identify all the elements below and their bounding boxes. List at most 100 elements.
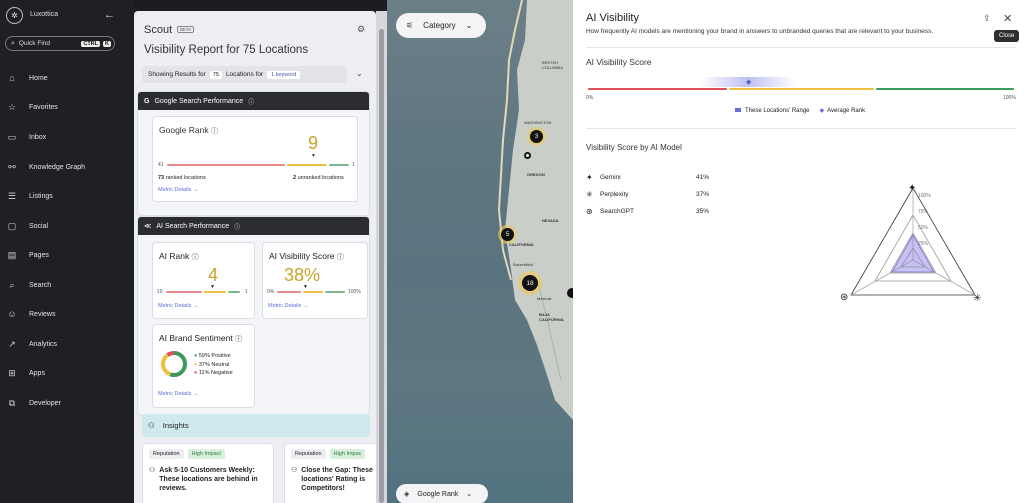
map-cluster-marker[interactable]: 3 (530, 130, 543, 143)
category-dropdown[interactable]: ⚟ Category ⌄ (396, 13, 486, 38)
sidebar: ✲ Luxottica ← ⌕ Quick Find CTRL K ⌂ Home … (0, 0, 134, 503)
sidebar-item-pages[interactable]: ▤ Pages (0, 245, 134, 265)
model-radar-chart: 100% 75% 50% 25% ✦ ⊛ ✳ (840, 183, 981, 304)
perplexity-icon: ✳ (973, 293, 981, 304)
insight-card[interactable]: Reputation High Impact ⚇ Ask 5-10 Custome… (142, 443, 274, 503)
info-icon[interactable]: ⓘ (211, 128, 218, 135)
model-row-perplexity: ✳ Perplexity 37% (586, 190, 710, 199)
sidebar-item-developer[interactable]: ⧉ Developer (0, 393, 134, 413)
collapse-sidebar-icon[interactable]: ← (104, 9, 115, 21)
map[interactable]: ⚟ Category ⌄ BRITISH COLUMBIA WASHINGTON… (387, 0, 573, 503)
score-bar-green (876, 88, 1014, 90)
scale-min: 41 (158, 162, 164, 168)
close-icon[interactable]: ✕ (1003, 12, 1012, 25)
sidebar-item-label: Listings (29, 192, 53, 200)
sidebar-item-apps[interactable]: ⊞ Apps (0, 363, 134, 383)
developer-icon: ⧉ (8, 397, 16, 408)
ai-rank-value: 4 (208, 265, 219, 285)
category-label: Category (423, 21, 456, 30)
ai-rank-metric-details-link[interactable]: Metric Details → (158, 303, 198, 309)
info-icon[interactable]: ⓘ (192, 254, 199, 261)
scale-max: 1 (352, 162, 355, 168)
brand-logo-icon[interactable]: ✲ (6, 7, 23, 24)
info-icon[interactable]: ⓘ (235, 336, 242, 343)
scout-panel: Scout BETA ⚙ Visibility Report for 75 Lo… (134, 11, 376, 503)
google-section-header: Google Search Performance (154, 97, 244, 105)
impact-badge: High Impac (329, 449, 366, 459)
panel-subtitle: How frequently AI models are mentioning … (586, 28, 934, 35)
sidebar-item-favorites[interactable]: ☆ Favorites (0, 97, 134, 117)
scrollbar-thumb[interactable] (379, 29, 384, 503)
star-icon: ☆ (7, 101, 17, 112)
sidebar-item-analytics[interactable]: ↗ Analytics (0, 334, 134, 354)
sidebar-item-label: Pages (29, 251, 49, 259)
knowledge-graph-icon: ⚯ (8, 161, 16, 172)
showing-label: Showing Results for (148, 71, 206, 78)
sidebar-item-search[interactable]: ⌕ Search (0, 275, 134, 295)
insights-header[interactable]: ⚇ Insights (142, 414, 370, 437)
sidebar-item-label: Home (29, 74, 48, 82)
average-rank-marker: ◆ (746, 79, 752, 86)
sidebar-item-listings[interactable]: ☰ Listings (0, 186, 134, 206)
metric-dropdown[interactable]: ◈ Google Rank ⌄ (396, 484, 488, 503)
panel-scrollbar[interactable] (376, 11, 387, 503)
layers-icon: ◈ (404, 491, 410, 498)
sentiment-metric-details-link[interactable]: Metric Details → (158, 391, 198, 397)
results-filter-bar[interactable]: Showing Results for 75 Locations for 1 k… (142, 66, 347, 83)
sidebar-item-home[interactable]: ⌂ Home (0, 68, 134, 88)
scale-bar-green (325, 291, 345, 293)
info-icon[interactable]: ⓘ (248, 97, 254, 106)
sidebar-item-label: Inbox (29, 133, 47, 141)
map-label: OREGON (527, 172, 545, 177)
panel-title: AI Visibility (586, 12, 639, 24)
settings-gear-icon[interactable]: ⚙ (357, 24, 365, 35)
quick-find-input[interactable]: ⌕ Quick Find CTRL K (5, 36, 115, 51)
map-label: NEVADA (542, 218, 559, 223)
sidebar-item-reviews[interactable]: ☺ Reviews (0, 304, 134, 324)
ai-visibility-card[interactable]: AI Visibility Score ⓘ 38% ▼ 0% 100% Metr… (262, 242, 368, 319)
model-row-gemini: ✦ Gemini 41% (586, 173, 710, 182)
scale-bar-green (228, 291, 240, 293)
info-icon[interactable]: ⓘ (234, 222, 240, 231)
map-cluster-marker[interactable]: 5 (501, 228, 514, 241)
google-metric-details-link[interactable]: Metric Details → (158, 187, 198, 193)
locations-for-label: Locations for (225, 71, 264, 78)
keyword-chip[interactable]: 1 keyword (267, 70, 301, 79)
map-land (497, 0, 573, 420)
search-icon: ⌕ (9, 279, 15, 290)
sentiment-negative: ● 11% Negative (194, 370, 233, 376)
sidebar-item-label: Apps (29, 369, 45, 377)
score-legend: These Locations' Range ◆ Average Rank (735, 107, 865, 114)
info-icon[interactable]: ⓘ (337, 254, 344, 261)
insights-icon: ⚇ (148, 421, 155, 430)
map-label: BAJA CALIFORNIA (539, 312, 564, 322)
scale-bar-green (329, 164, 349, 166)
ai-visibility-panel: AI Visibility How frequently AI models a… (573, 0, 1024, 503)
sidebar-item-inbox[interactable]: ▭ Inbox (0, 127, 134, 147)
ai-rank-max: 1 (245, 289, 248, 295)
google-section: G Google Search Performance ⓘ Google Ran… (137, 91, 370, 216)
sidebar-item-knowledge-graph[interactable]: ⚯ Knowledge Graph (0, 157, 134, 177)
map-cluster-marker[interactable]: 18 (522, 275, 538, 291)
social-icon: ▢ (7, 220, 17, 231)
sidebar-item-social[interactable]: ▢ Social (0, 216, 134, 236)
map-location-marker[interactable] (524, 152, 531, 159)
chevron-down-icon[interactable]: ⌄ (356, 69, 363, 78)
scale-bar-yellow (303, 291, 323, 293)
home-icon: ⌂ (9, 73, 15, 83)
beta-badge: BETA (177, 26, 195, 33)
location-count-chip[interactable]: 75 (209, 70, 222, 79)
insight-card[interactable]: Reputation High Impac ⚇ Close the Gap: Th… (284, 443, 376, 503)
insight-icon: ⚇ (291, 467, 298, 474)
unranked-locations: 2 unranked locations (293, 175, 344, 181)
divider (586, 47, 1016, 48)
share-icon[interactable]: ⇪ (983, 13, 991, 24)
scale-bar-red (277, 291, 301, 293)
ai-sparkle-icon: ≪ (144, 223, 152, 230)
metric-label: Google Rank (417, 490, 459, 498)
sidebar-item-label: Reviews (29, 310, 56, 318)
scale-bar-red (167, 164, 285, 166)
sentiment-positive: ● 59% Positive (194, 353, 231, 359)
ai-visibility-metric-details-link[interactable]: Metric Details → (268, 303, 308, 309)
shortcut-k: K (103, 40, 111, 47)
